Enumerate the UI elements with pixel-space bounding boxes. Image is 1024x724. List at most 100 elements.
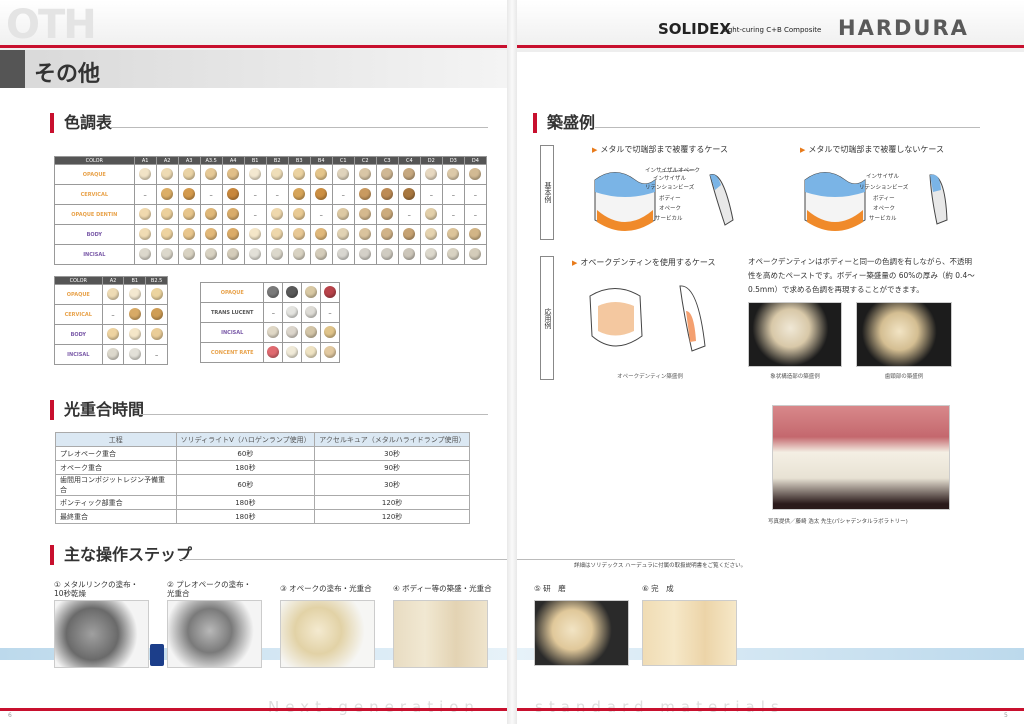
layer-label: ボディー	[659, 196, 681, 202]
layer-label: インサイザル	[866, 174, 900, 180]
section-title-steps: 主な操作ステップ	[50, 545, 192, 565]
shade-cell	[155, 164, 179, 185]
shade-chip	[403, 247, 416, 260]
cure-header-cell: ソリディライトⅤ（ハロゲンランプ使用）	[175, 432, 316, 447]
step-3-photo	[280, 600, 375, 668]
shade-table-small: COLOR A2 B1 B2.5 OPAQUE CERVICAL – BODY INCISAL –	[54, 276, 168, 365]
shade-chip	[106, 287, 119, 300]
step-2-photo	[167, 600, 262, 668]
caption: 象状構造部の築盛例	[770, 374, 820, 380]
layer-label: インサイザル	[653, 176, 687, 182]
step-5-label: ⑤ 研 磨	[534, 584, 566, 593]
shade-chip	[293, 227, 306, 240]
shade-chip	[249, 227, 262, 240]
shade-cell	[419, 244, 443, 265]
shade-chip	[381, 187, 394, 200]
shade-cell	[287, 164, 311, 185]
shade-cell	[263, 282, 284, 303]
shade-cell	[320, 282, 340, 303]
shade-cell	[145, 324, 168, 345]
shade-chip	[161, 207, 174, 220]
shade-cell	[155, 184, 179, 205]
shade-chip	[447, 247, 460, 260]
shade-header-cell: A4	[221, 156, 245, 165]
shade-cell	[309, 184, 333, 205]
shade-cell	[397, 164, 421, 185]
shade-chip	[286, 345, 299, 358]
shade-row-label: OPAQUE DENTIN	[54, 204, 135, 225]
shade-chip	[267, 345, 280, 358]
shade-header-cell: COLOR	[54, 276, 103, 285]
shade-header-cell: B4	[309, 156, 333, 165]
shade-cell	[123, 344, 147, 365]
shade-cell	[282, 342, 303, 363]
cure-cell: オペーク重合	[55, 460, 177, 475]
section-rule	[180, 559, 735, 560]
shade-cell	[199, 204, 223, 225]
shade-cell: –	[133, 184, 157, 205]
shade-row-label: TRANS LUCENT	[199, 302, 265, 323]
shade-table-special: OPAQUE TRANS LUCENT – – INCISAL CONCENT RATE	[199, 282, 340, 363]
case-3-description: オペークデンティンはボディーと同一の色調を有しながら、不透明性を高めたペーストで…	[748, 257, 975, 294]
shade-row-label: CERVICAL	[54, 304, 103, 325]
shade-cell	[101, 284, 125, 305]
cure-cell: ポンティック部重合	[55, 495, 177, 510]
cure-cell: 30秒	[314, 474, 470, 496]
step-5-photo	[534, 600, 629, 666]
step-6-label: ⑥ 完 成	[642, 584, 674, 593]
step-1-label: ① メタルリンクの塗布・ 10秒乾燥	[54, 580, 139, 598]
shade-header-cell: C2	[353, 156, 377, 165]
shade-header-cell: C4	[397, 156, 421, 165]
shade-header-cell: B3	[287, 156, 311, 165]
footer-left-text: Next-generation	[268, 698, 480, 716]
photo-credit: 写真提供／藤崎 浩太 先生(パシャデンタルラボラトリー)	[768, 519, 908, 525]
shade-chip	[271, 227, 284, 240]
shade-header-cell: A1	[133, 156, 157, 165]
shade-cell: –	[243, 184, 267, 205]
shade-chip	[337, 227, 350, 240]
shade-chip	[293, 247, 306, 260]
shade-header-cell: A2	[101, 276, 125, 285]
shade-cell	[375, 164, 399, 185]
shade-chip	[337, 207, 350, 220]
step-1-photo	[54, 600, 149, 668]
brand-name: SOLIDEX	[658, 20, 731, 38]
shade-chip	[315, 227, 328, 240]
cure-cell: 180秒	[175, 460, 316, 475]
shade-header-cell: A3.5	[199, 156, 223, 165]
shade-cell	[263, 342, 284, 363]
shade-cell: –	[265, 184, 289, 205]
shade-header-cell: D4	[463, 156, 488, 165]
right-red-rule	[517, 45, 1024, 48]
shade-chip	[150, 307, 163, 320]
shade-chip	[205, 227, 218, 240]
shade-chip	[205, 167, 218, 180]
shade-cell	[287, 244, 311, 265]
logo: HARDURA	[838, 16, 969, 40]
shade-cell	[282, 282, 303, 303]
shade-chip	[381, 247, 394, 260]
build-photo-1	[748, 302, 842, 367]
section-rule	[140, 414, 488, 415]
shade-row-label: CERVICAL	[54, 184, 135, 205]
shade-chip	[324, 325, 337, 338]
shade-row-label: OPAQUE	[54, 284, 103, 305]
shade-cell	[243, 244, 267, 265]
shade-cell	[331, 224, 355, 245]
layer-label: サービカル	[869, 216, 897, 222]
shade-cell	[397, 224, 421, 245]
shade-chip	[286, 285, 299, 298]
shade-cell	[441, 164, 465, 185]
note: 詳細はソリデックス ハーデュラに付属の取扱説明書をご覧ください。	[574, 563, 747, 569]
shade-cell: –	[263, 302, 284, 323]
section-rule	[110, 127, 488, 128]
shade-chip	[139, 167, 152, 180]
shade-cell	[282, 302, 303, 323]
shade-cell	[320, 322, 340, 343]
right-footer-rule	[517, 708, 1024, 711]
shade-chip	[315, 247, 328, 260]
shade-cell	[221, 244, 245, 265]
cure-cell: 最終重合	[55, 509, 177, 524]
shade-chip	[183, 247, 196, 260]
shade-chip	[150, 327, 163, 340]
